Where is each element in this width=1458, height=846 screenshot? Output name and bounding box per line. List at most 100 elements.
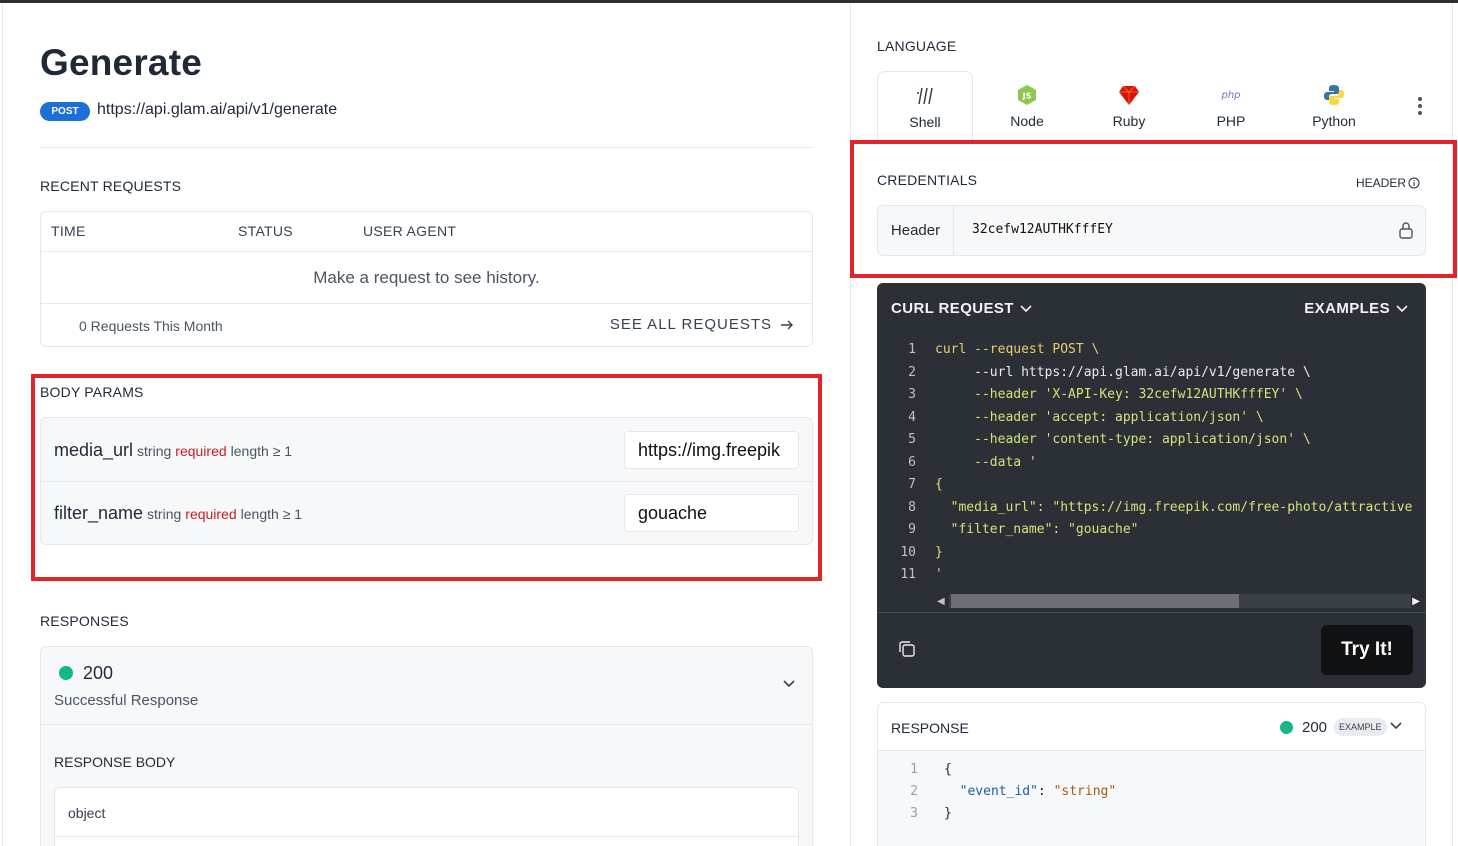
divider xyxy=(55,836,798,837)
horizontal-scrollbar[interactable]: ◀ ▶ xyxy=(929,592,1426,610)
recent-requests-table: TIME STATUS USER AGENT Make a request to… xyxy=(40,211,813,347)
scroll-right-arrow-icon[interactable]: ▶ xyxy=(1412,596,1420,607)
copy-icon[interactable] xyxy=(897,639,917,659)
response-example-panel: RESPONSE 200 EXAMPLE 1{ 2 "event_id": "s… xyxy=(877,702,1426,846)
endpoint-url: https://api.glam.ai/api/v1/generate xyxy=(97,101,338,118)
response-description: Successful Response xyxy=(54,692,199,709)
column-status: STATUS xyxy=(238,223,293,239)
tab-python[interactable]: Python xyxy=(1286,71,1382,141)
tab-php[interactable]: php PHP xyxy=(1183,71,1279,141)
code-line: 7{ xyxy=(877,474,1426,497)
code-text: curl --request POST \ xyxy=(935,342,1100,357)
line-number: 10 xyxy=(900,544,916,560)
line-number: 11 xyxy=(900,567,916,582)
tab-ruby[interactable]: Ruby xyxy=(1081,71,1177,141)
response-status-code: 200 xyxy=(83,663,114,683)
code-text: "media_url": "https://img.freepik.com/fr… xyxy=(935,499,1413,515)
curl-request-dropdown[interactable]: CURL REQUEST xyxy=(891,300,1032,317)
method-badge: POST xyxy=(40,102,90,121)
code-line: 2 "event_id": "string" xyxy=(878,781,1425,803)
code-line: 1{ xyxy=(878,759,1425,781)
divider xyxy=(877,612,1426,613)
tab-shell-label: Shell xyxy=(909,114,941,130)
response-status-code: 200 xyxy=(1302,719,1328,736)
response-code-block: 1{ 2 "event_id": "string" 3} xyxy=(878,751,1425,846)
see-all-requests-label: SEE ALL REQUESTS xyxy=(609,316,772,333)
tab-php-label: PHP xyxy=(1216,113,1246,129)
line-number: 5 xyxy=(908,432,916,447)
examples-label: EXAMPLES xyxy=(1304,300,1390,317)
line-number: 8 xyxy=(908,499,916,515)
more-languages-button[interactable] xyxy=(1418,97,1424,118)
response-200-accordion[interactable]: 200 Successful Response RESPONSE BODY ob… xyxy=(40,646,813,846)
python-icon xyxy=(1324,85,1344,105)
recent-requests-label: RECENT REQUESTS xyxy=(40,178,182,194)
code-text: } xyxy=(935,544,943,560)
ruby-icon xyxy=(1119,85,1139,105)
success-status-dot xyxy=(59,666,73,680)
code-line: 8 "media_url": "https://img.freepik.com/… xyxy=(877,497,1426,520)
page-title: Generate xyxy=(40,42,203,83)
code-text: { xyxy=(935,477,943,492)
code-line: 5 --header 'content-type: application/js… xyxy=(877,429,1426,452)
code-text: --data ' xyxy=(935,454,1037,470)
line-number: 6 xyxy=(908,454,916,470)
chevron-down-icon[interactable] xyxy=(782,679,796,689)
schema-type: object xyxy=(68,805,106,821)
column-user-agent: USER AGENT xyxy=(363,223,457,239)
chevron-down-icon[interactable] xyxy=(1390,722,1402,730)
response-body-schema: object xyxy=(54,787,799,846)
code-text: --header 'content-type: application/json… xyxy=(935,432,1311,447)
tab-node[interactable]: JS Node xyxy=(979,71,1075,141)
highlight-body-params xyxy=(31,374,822,581)
tab-shell[interactable]: Shell xyxy=(877,71,973,141)
line-number: 3 xyxy=(908,387,916,402)
arrow-right-icon xyxy=(781,320,793,329)
code-line: 1 curl --request POST \ xyxy=(877,339,1426,362)
table-header: TIME STATUS USER AGENT xyxy=(41,212,812,252)
requests-count: 0 Requests This Month xyxy=(79,318,223,334)
code-line: 6 --data ' xyxy=(877,452,1426,475)
column-time: TIME xyxy=(51,223,86,239)
left-edge xyxy=(2,3,3,846)
code-line: 10} xyxy=(877,542,1426,565)
code-text: "event_id": "string" xyxy=(944,784,1117,799)
node-icon-text: JS xyxy=(1022,92,1032,101)
response-panel-label: RESPONSE xyxy=(891,720,969,736)
curl-code-block[interactable]: 1 curl --request POST \ 2 --url https://a… xyxy=(877,339,1426,595)
right-edge xyxy=(1452,3,1453,846)
code-text: } xyxy=(944,806,952,821)
chevron-down-icon xyxy=(1020,304,1032,312)
response-panel-header: RESPONSE 200 EXAMPLE xyxy=(878,703,1425,751)
code-text: { xyxy=(944,762,952,777)
column-divider xyxy=(850,3,851,846)
code-line: 3 --header 'X-API-Key: 32cefw12AUTHKfffE… xyxy=(877,384,1426,407)
curl-request-title: CURL REQUEST xyxy=(891,300,1014,317)
tab-node-label: Node xyxy=(1010,113,1044,129)
json-value: "string" xyxy=(1053,784,1117,799)
code-text: --url https://api.glam.ai/api/v1/generat… xyxy=(935,364,1311,380)
try-it-button[interactable]: Try It! xyxy=(1321,625,1413,675)
code-line: 11 ' xyxy=(877,564,1426,587)
line-number: 3 xyxy=(910,806,918,821)
tab-ruby-label: Ruby xyxy=(1112,113,1146,129)
tab-python-label: Python xyxy=(1312,113,1356,129)
code-text: ' xyxy=(935,567,943,582)
language-label: LANGUAGE xyxy=(877,38,957,54)
line-number: 2 xyxy=(908,364,916,380)
scroll-thumb[interactable] xyxy=(951,594,1239,608)
example-badge: EXAMPLE xyxy=(1334,718,1387,736)
see-all-requests-link[interactable]: SEE ALL REQUESTS xyxy=(610,316,794,333)
language-tabs: Shell JS Node Ruby php PHP Python xyxy=(877,71,1426,141)
code-text: "filter_name": "gouache" xyxy=(935,522,1139,537)
responses-label: RESPONSES xyxy=(40,613,129,629)
php-icon: php xyxy=(1220,90,1240,101)
php-icon-text: php xyxy=(1220,90,1240,101)
scroll-left-arrow-icon[interactable]: ◀ xyxy=(937,596,945,607)
code-line: 4 --header 'accept: application/json' \ xyxy=(877,407,1426,430)
line-number: 1 xyxy=(910,762,918,777)
examples-dropdown[interactable]: EXAMPLES xyxy=(1304,300,1408,317)
code-line: 2 --url https://api.glam.ai/api/v1/gener… xyxy=(877,362,1426,385)
curl-request-panel: CURL REQUEST EXAMPLES 1 curl --request PO… xyxy=(877,283,1426,688)
code-text: --header 'accept: application/json' \ xyxy=(935,409,1264,425)
